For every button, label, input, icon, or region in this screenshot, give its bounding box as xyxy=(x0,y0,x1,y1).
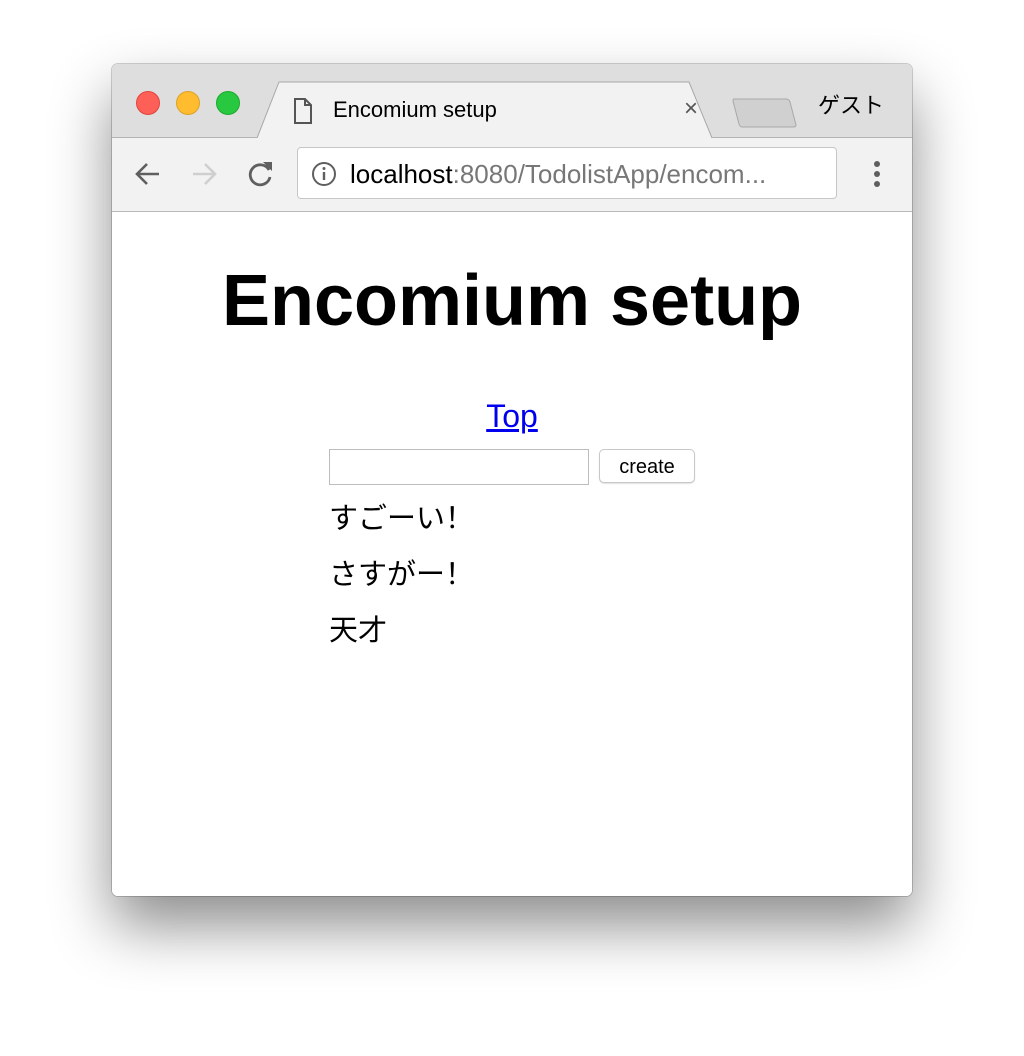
page-content: Encomium setup Top create すごーい！ さすがー！ 天才 xyxy=(112,212,912,896)
list-item: さすがー！ xyxy=(329,557,475,591)
tab-encomium-setup[interactable]: Encomium setup × xyxy=(257,81,717,138)
encomium-input[interactable] xyxy=(329,449,589,485)
more-menu-icon[interactable] xyxy=(867,158,887,190)
encomium-list: すごーい！ さすがー！ 天才 xyxy=(329,498,474,666)
info-icon[interactable] xyxy=(311,161,337,187)
url-text: localhost:8080/TodolistApp/encom... xyxy=(350,159,766,190)
reload-icon[interactable] xyxy=(244,158,276,190)
tab-strip: Encomium setup × ゲスト xyxy=(112,64,912,138)
url-path: :8080/TodolistApp/encom... xyxy=(452,159,767,189)
profile-label[interactable]: ゲスト xyxy=(818,88,884,120)
zoom-window-button[interactable] xyxy=(216,91,240,115)
list-item: すごーい！ xyxy=(329,501,475,535)
toolbar: localhost:8080/TodolistApp/encom... xyxy=(112,138,912,212)
tab-title: Encomium setup xyxy=(333,97,497,122)
create-button[interactable]: create xyxy=(599,449,695,483)
top-link[interactable]: Top xyxy=(486,398,538,434)
list-item: 天才 xyxy=(329,613,388,647)
page-title: Encomium setup xyxy=(221,261,803,341)
back-arrow-icon[interactable] xyxy=(132,158,164,190)
browser-window: Encomium setup × ゲスト localhost:8080/Todo… xyxy=(112,64,912,896)
minimize-window-button[interactable] xyxy=(176,91,200,115)
address-bar[interactable]: localhost:8080/TodolistApp/encom... xyxy=(297,147,837,199)
forward-arrow-icon[interactable] xyxy=(188,158,220,190)
close-tab-icon[interactable]: × xyxy=(684,95,698,123)
document-icon xyxy=(294,98,312,124)
new-tab-button[interactable] xyxy=(732,97,798,129)
close-window-button[interactable] xyxy=(136,91,160,115)
url-host: localhost xyxy=(350,159,453,189)
